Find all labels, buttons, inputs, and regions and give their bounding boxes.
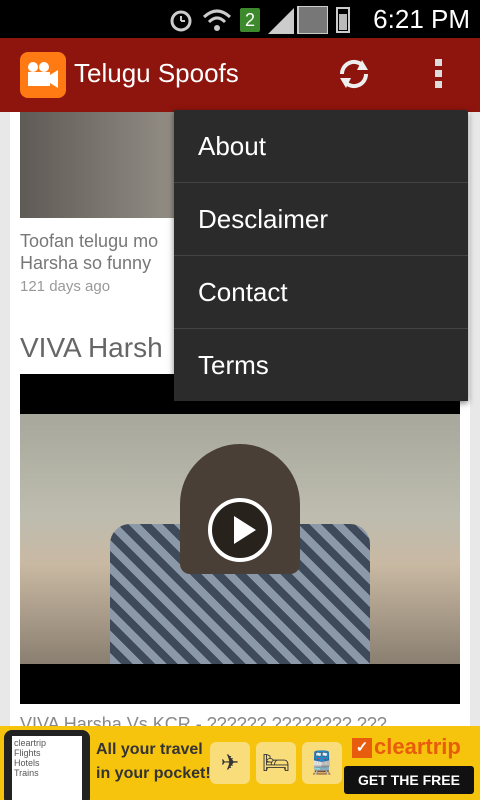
- video-title: VIVA Harsh: [20, 332, 163, 363]
- video-camera-icon[interactable]: [20, 52, 66, 98]
- ad-headline-line1: All your travel: [96, 741, 203, 758]
- menu-item-disclaimer[interactable]: Desclaimer: [174, 183, 468, 256]
- video-subtitle: VIVA Harsha Vs KCR - ?????? ???????? ???: [20, 714, 387, 726]
- ad-headline-line2: in your pocket!: [96, 765, 211, 782]
- video-title: Toofan telugu mo Harsha so funny: [20, 231, 159, 273]
- status-icons: 2: [168, 6, 350, 34]
- get-app-button[interactable]: GET THE FREE APP: [344, 766, 474, 794]
- overflow-menu-icon[interactable]: [426, 56, 450, 92]
- train-icon: 🚆: [302, 742, 342, 784]
- ad-tiles: ✈ 🛏 🚆: [210, 742, 342, 784]
- ad-brand: ✓ cleartrip: [352, 734, 461, 760]
- hotel-icon: 🛏: [256, 742, 296, 784]
- check-icon: ✓: [352, 738, 372, 758]
- ad-screen-line: Flights: [14, 748, 41, 758]
- video-player[interactable]: [20, 374, 460, 704]
- ad-screen-line: Trains: [14, 768, 39, 778]
- ad-screen-line: cleartrip: [14, 738, 47, 748]
- sim-badge: 2: [240, 8, 260, 32]
- ad-screen-line: Hotels: [14, 758, 40, 768]
- clock: 6:21 PM: [373, 4, 470, 34]
- phone-icon: cleartrip Flights Hotels Trains: [4, 730, 90, 800]
- refresh-icon[interactable]: [336, 56, 372, 92]
- menu-item-about[interactable]: About: [174, 110, 468, 183]
- ad-brand-label: cleartrip: [374, 734, 461, 759]
- menu-item-contact[interactable]: Contact: [174, 256, 468, 329]
- action-bar: Telugu Spoofs: [0, 38, 480, 112]
- status-bar: 2 6:21 PM: [0, 0, 480, 38]
- ad-headline: All your travel in your pocket!: [96, 738, 211, 786]
- overflow-menu: About Desclaimer Contact Terms: [174, 110, 468, 401]
- video-age: 121 days ago: [20, 278, 111, 295]
- app-title: Telugu Spoofs: [74, 58, 239, 88]
- alarm-icon: [170, 10, 192, 32]
- play-icon[interactable]: [208, 498, 272, 562]
- ad-phone-screen: cleartrip Flights Hotels Trains: [12, 736, 82, 800]
- menu-item-terms[interactable]: Terms: [174, 329, 468, 402]
- flight-icon: ✈: [210, 742, 250, 784]
- signal-icon: [268, 6, 328, 34]
- ad-banner[interactable]: cleartrip Flights Hotels Trains All your…: [0, 726, 480, 800]
- wifi-icon: [202, 9, 232, 31]
- battery-icon: [336, 7, 350, 33]
